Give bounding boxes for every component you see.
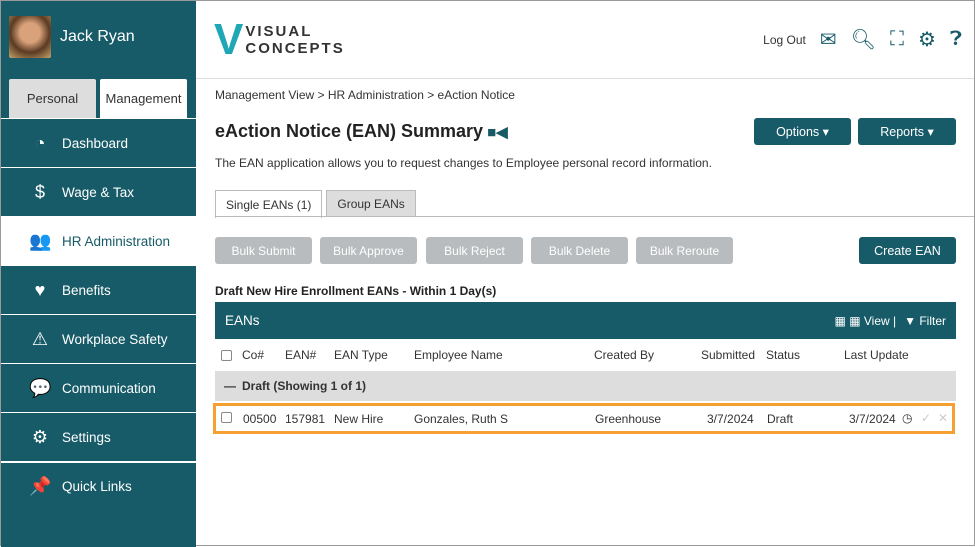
group-row-draft[interactable]: — Draft (Showing 1 of 1) <box>215 371 956 401</box>
grid-icon: ▦ ▦ <box>834 313 864 328</box>
bulk-reject-button[interactable]: Bulk Reject <box>426 237 523 264</box>
table-row[interactable]: 00500 157981 New Hire Gonzales, Ruth S G… <box>213 403 955 434</box>
avatar <box>9 16 51 58</box>
column-last-update[interactable]: Last Update <box>844 348 909 362</box>
user-profile[interactable]: Jack Ryan <box>1 1 196 73</box>
select-all-checkbox[interactable] <box>221 350 232 361</box>
group-label: Draft (Showing 1 of 1) <box>242 379 366 393</box>
sidebar-item-benefits[interactable]: ♥ Benefits <box>1 265 196 314</box>
sidebar-item-settings[interactable]: ⚙ Settings <box>1 412 196 461</box>
sidebar: Jack Ryan Personal Management ◔ Dashboard… <box>1 1 196 547</box>
bulk-submit-button[interactable]: Bulk Submit <box>215 237 312 264</box>
header: V VISUAL CONCEPTS Log Out ✉ 🔍︎ ⛶ ⚙ ❓︎ <box>196 1 974 79</box>
tab-single-eans[interactable]: Single EANs (1) <box>215 190 323 218</box>
tab-personal[interactable]: Personal <box>9 79 96 118</box>
reports-button[interactable]: Reports ▾ <box>858 118 956 145</box>
tab-management[interactable]: Management <box>100 79 187 118</box>
help-icon[interactable]: ❓︎ <box>950 28 962 51</box>
row-checkbox[interactable] <box>221 412 232 423</box>
logout-link[interactable]: Log Out <box>763 33 806 47</box>
section-title: Draft New Hire Enrollment EANs - Within … <box>215 284 497 298</box>
sidebar-item-hr-administration[interactable]: 👥 HR Administration <box>1 216 196 265</box>
gear-icon: ⚙ <box>31 426 49 447</box>
bulk-reroute-button[interactable]: Bulk Reroute <box>636 237 733 264</box>
heart-icon: ♥ <box>34 279 46 300</box>
sidebar-item-dashboard[interactable]: ◔ Dashboard <box>1 118 196 167</box>
column-ean-type[interactable]: EAN Type <box>334 348 388 362</box>
filter-button[interactable]: ▼ Filter <box>904 314 946 328</box>
sidebar-item-workplace-safety[interactable]: ⚠ Workplace Safety <box>1 314 196 363</box>
bulk-approve-button[interactable]: Bulk Approve <box>320 237 417 264</box>
approve-icon[interactable]: ✓ <box>921 411 931 425</box>
breadcrumb[interactable]: Management View > HR Administration > eA… <box>215 88 515 102</box>
reject-icon[interactable]: ✕ <box>938 411 948 425</box>
warning-icon: ⚠ <box>31 328 49 349</box>
dollar-icon: $ <box>34 181 45 202</box>
sidebar-item-communication[interactable]: 💬 Communication <box>1 363 196 412</box>
table-header-bar: EANs ▦ ▦ View | ▼ Filter <box>215 302 956 339</box>
gear-icon[interactable]: ⚙ <box>918 27 936 52</box>
column-ean[interactable]: EAN# <box>285 348 316 362</box>
options-button[interactable]: Options ▾ <box>754 118 851 145</box>
video-icon[interactable]: ■◀ <box>487 124 508 141</box>
view-button[interactable]: ▦ ▦ View | <box>835 314 897 328</box>
column-created-by[interactable]: Created By <box>594 348 654 362</box>
page-description: The EAN application allows you to reques… <box>215 156 712 170</box>
column-co[interactable]: Co# <box>242 348 264 362</box>
search-icon[interactable]: 🔍︎ <box>851 27 876 52</box>
org-chart-icon[interactable]: ⛶ <box>890 28 904 51</box>
sidebar-item-wage-tax[interactable]: $ Wage & Tax <box>1 167 196 216</box>
table-column-headers: Co# EAN# EAN Type Employee Name Created … <box>215 348 956 368</box>
collapse-icon: — <box>224 379 236 393</box>
clock-icon[interactable]: ◷ <box>902 411 912 425</box>
pin-icon: 📌 <box>29 476 52 496</box>
create-ean-button[interactable]: Create EAN <box>859 237 956 264</box>
chat-icon: 💬 <box>29 377 52 398</box>
column-employee-name[interactable]: Employee Name <box>414 348 503 362</box>
users-icon: 👥 <box>29 230 52 251</box>
visual-concepts-logo[interactable]: V VISUAL CONCEPTS <box>214 18 345 62</box>
page-title: eAction Notice (EAN) Summary ■◀ <box>215 121 508 141</box>
column-submitted[interactable]: Submitted <box>701 348 755 362</box>
table-title: EANs <box>225 313 260 328</box>
filter-icon: ▼ <box>904 313 920 328</box>
column-status[interactable]: Status <box>766 348 800 362</box>
sidebar-item-quick-links[interactable]: 📌 Quick Links <box>1 461 196 510</box>
mail-icon[interactable]: ✉ <box>820 27 837 52</box>
bulk-delete-button[interactable]: Bulk Delete <box>531 237 628 264</box>
gauge-icon: ◔ <box>34 132 46 153</box>
user-name: Jack Ryan <box>60 28 135 45</box>
tab-group-eans[interactable]: Group EANs <box>326 190 416 217</box>
